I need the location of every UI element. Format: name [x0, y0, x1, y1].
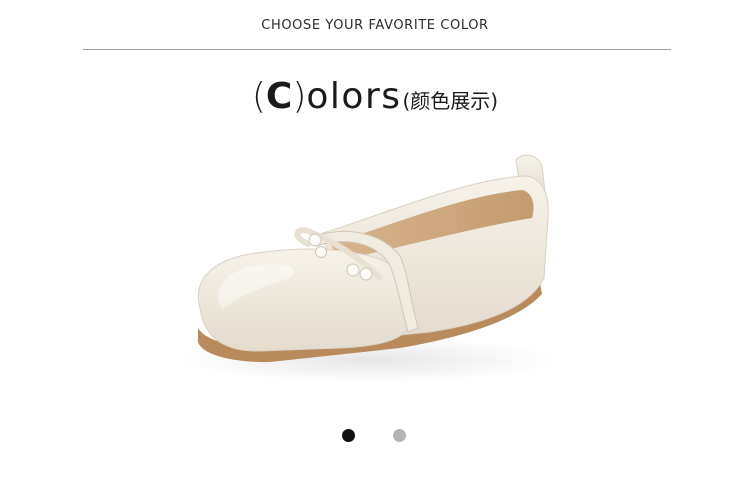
carousel-dots [0, 429, 750, 443]
page-title: (C)olors(颜色展示) [0, 76, 750, 117]
header-divider [83, 49, 671, 50]
section-header: CHOOSE YOUR FAVORITE COLOR [261, 18, 489, 33]
title-open-paren: ( [251, 76, 266, 117]
title-chinese-subtitle: (颜色展示) [402, 89, 499, 113]
carousel-dot[interactable] [393, 429, 406, 442]
shoe-image [180, 154, 560, 382]
carousel-dot-active[interactable] [342, 429, 355, 442]
title-capital-letter: C [265, 76, 293, 117]
title-close-paren: ) [292, 76, 307, 117]
product-image [170, 148, 570, 393]
title-word: olors [306, 76, 402, 117]
